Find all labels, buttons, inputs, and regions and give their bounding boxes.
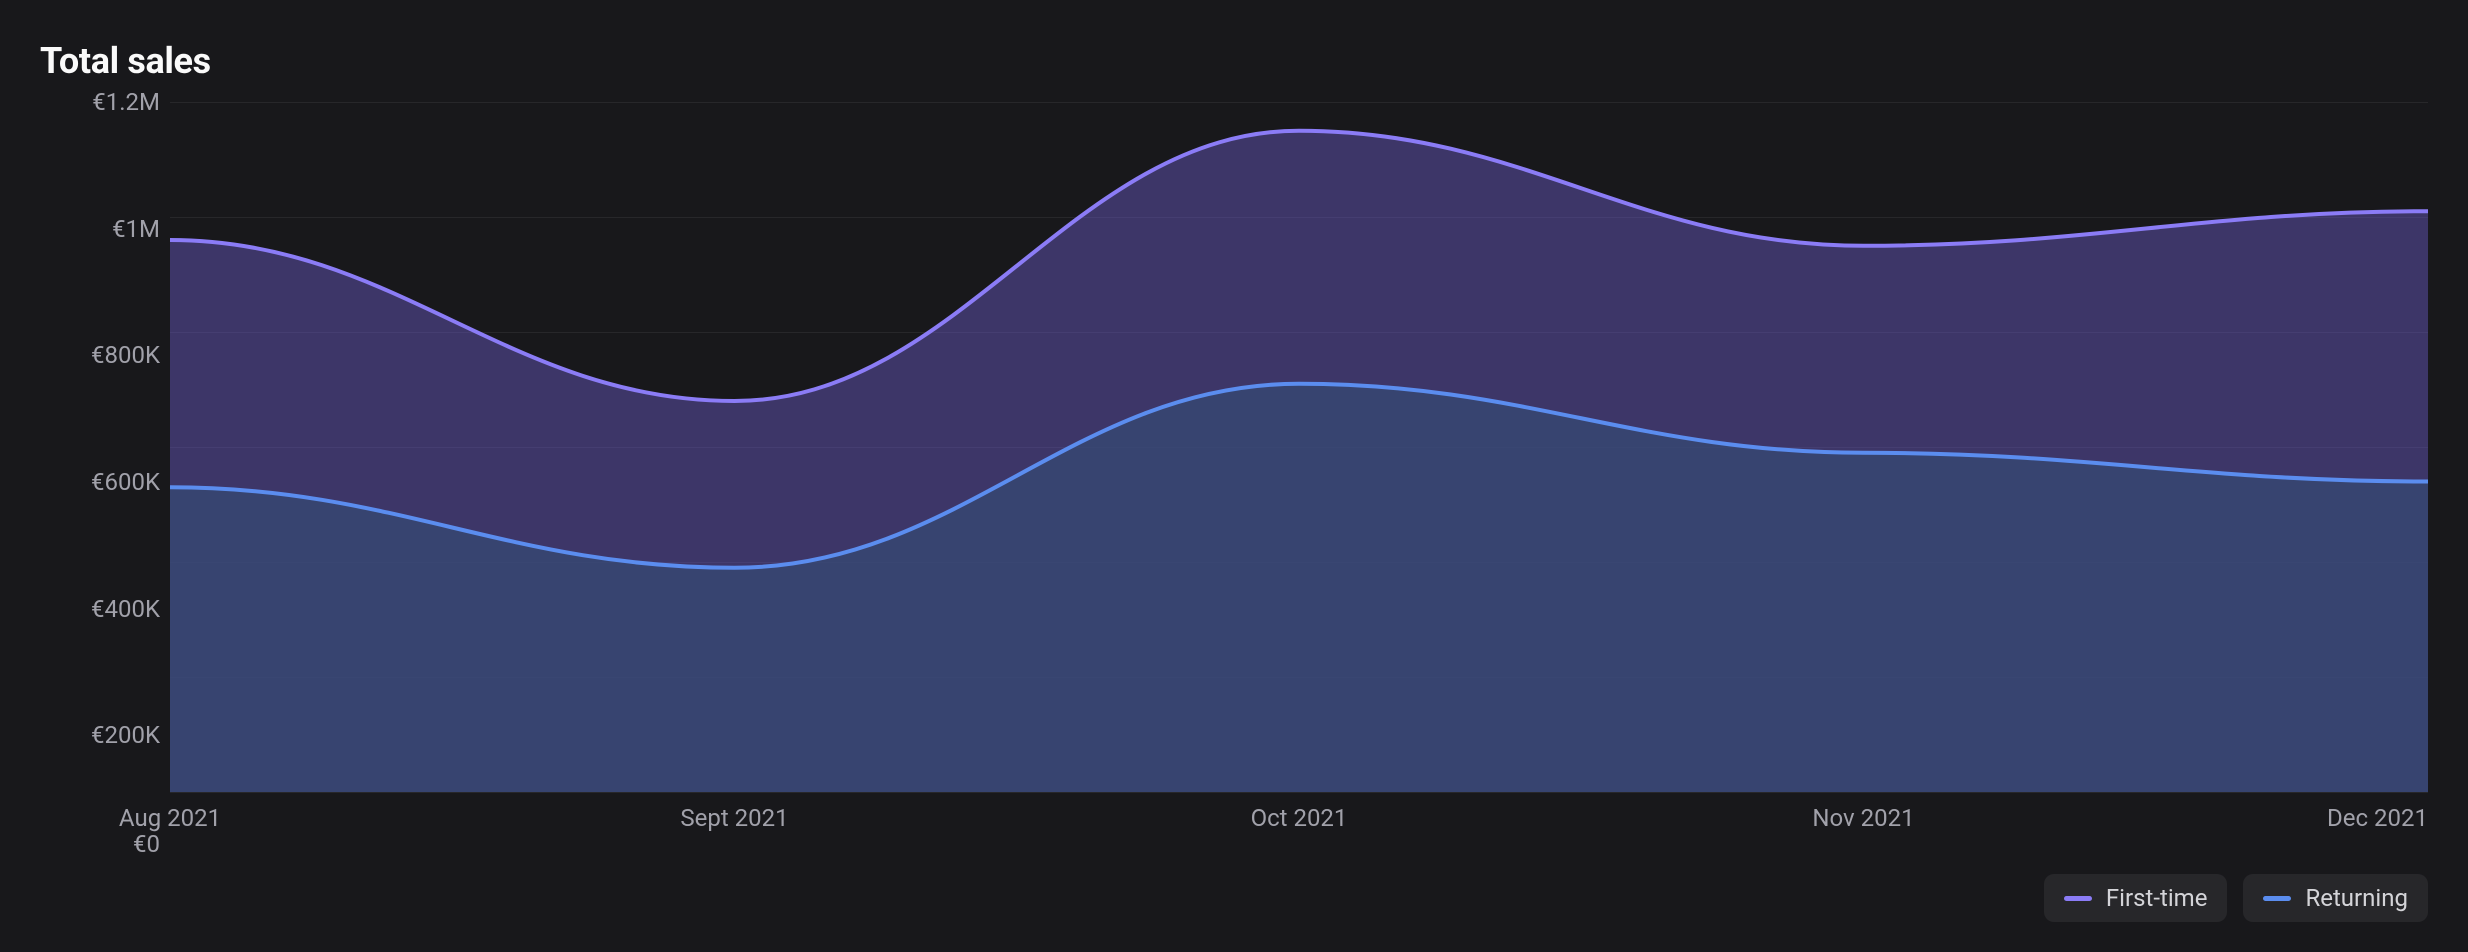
chart-area: €1.2M €1M €800K €600K €400K €200K €0 Aug… [40,102,2428,862]
y-tick-label: €0 [133,830,160,858]
chart-svg [170,102,2428,792]
sales-chart-card: Total sales €1.2M €1M €800K €600K €400K … [0,0,2468,952]
y-tick-label: €600K [91,468,160,496]
chart-title: Total sales [40,40,2428,82]
x-tick-label: Oct 2021 [1251,804,1348,832]
y-tick-label: €1M [112,215,160,243]
y-tick-label: €1.2M [92,88,160,116]
y-tick-label: €200K [91,721,160,749]
chart-legend: First-time Returning [2044,874,2428,922]
y-tick-label: €400K [91,595,160,623]
legend-swatch-icon [2064,896,2092,901]
legend-label: First-time [2106,884,2208,912]
legend-item-first-time[interactable]: First-time [2044,874,2228,922]
gridline [170,792,2428,793]
x-tick-label: Dec 2021 [2327,804,2428,832]
plot-region [170,102,2428,792]
y-tick-label: €800K [91,341,160,369]
x-tick-label: Sept 2021 [680,804,788,832]
legend-item-returning[interactable]: Returning [2243,874,2428,922]
legend-swatch-icon [2263,896,2291,901]
x-tick-label: Nov 2021 [1812,804,1914,832]
x-tick-label: Aug 2021 [119,804,221,832]
legend-label: Returning [2305,884,2408,912]
